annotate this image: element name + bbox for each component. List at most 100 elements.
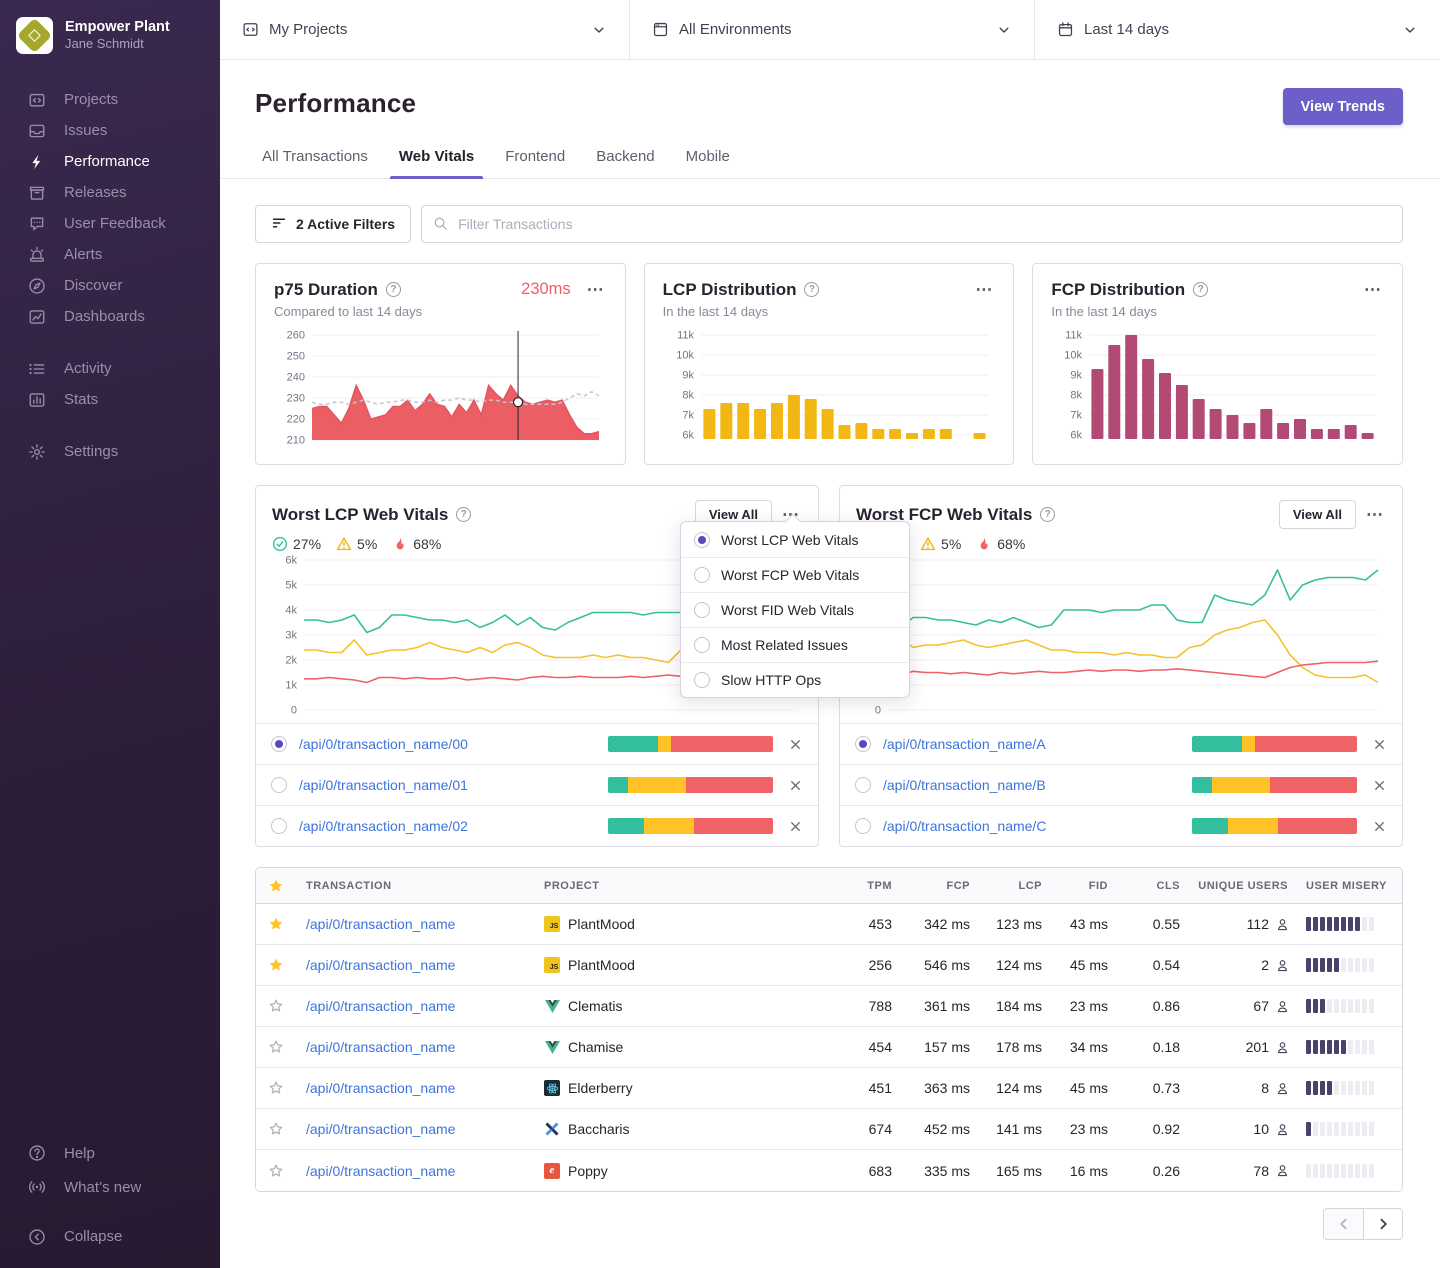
transaction-link[interactable]: /api/0/transaction_name/01 (299, 777, 468, 793)
tab-backend[interactable]: Backend (596, 148, 654, 178)
sidebar-item-dashboards[interactable]: Dashboards (0, 301, 220, 332)
cls-value: 0.26 (1110, 1163, 1182, 1179)
transaction-link[interactable]: /api/0/transaction_name/00 (299, 736, 468, 752)
svg-text:9k: 9k (1071, 370, 1083, 382)
sidebar-item-issues[interactable]: Issues (0, 115, 220, 146)
transaction-link[interactable]: /api/0/transaction_name/02 (299, 818, 468, 834)
star-outline-icon[interactable] (256, 1080, 296, 1096)
sidebar-item-help[interactable]: Help (0, 1136, 220, 1170)
help-icon[interactable]: ? (1193, 282, 1208, 297)
help-icon[interactable]: ? (1040, 507, 1055, 522)
sidebar-item-activity[interactable]: Activity (0, 353, 220, 384)
project-cell[interactable]: JSPlantMood (544, 957, 834, 973)
card-menu-button[interactable]: ⋯ (973, 279, 995, 300)
star-outline-icon[interactable] (256, 1163, 296, 1179)
svg-text:210: 210 (287, 435, 305, 447)
star-outline-icon[interactable] (256, 998, 296, 1014)
org-switcher[interactable]: Empower Plant Jane Schmidt (0, 0, 220, 64)
transaction-radio[interactable] (855, 818, 871, 834)
star-filled-icon[interactable] (256, 916, 296, 932)
transaction-link[interactable]: /api/0/transaction_name (306, 957, 455, 973)
global-filter-my-projects[interactable]: My Projects (220, 0, 630, 59)
close-icon[interactable] (788, 778, 803, 793)
transaction-link[interactable]: /api/0/transaction_name (306, 916, 455, 932)
close-icon[interactable] (788, 819, 803, 834)
transaction-radio[interactable] (855, 777, 871, 793)
cls-value: 0.73 (1110, 1080, 1182, 1096)
menu-item-worst-fcp-web-vitals[interactable]: Worst FCP Web Vitals (681, 557, 909, 592)
sidebar-item-performance[interactable]: Performance (0, 146, 220, 177)
tab-web-vitals[interactable]: Web Vitals (399, 148, 474, 178)
help-icon[interactable]: ? (804, 282, 819, 297)
close-icon[interactable] (1372, 737, 1387, 752)
star-outline-icon[interactable] (256, 1039, 296, 1055)
global-filter-all-environments[interactable]: All Environments (630, 0, 1035, 59)
menu-item-slow-http-ops[interactable]: Slow HTTP Ops (681, 662, 909, 697)
menu-item-worst-lcp-web-vitals[interactable]: Worst LCP Web Vitals (681, 522, 909, 557)
menu-item-worst-fid-web-vitals[interactable]: Worst FID Web Vitals (681, 592, 909, 627)
sidebar-item-what-s-new[interactable]: What’s new (0, 1170, 220, 1204)
project-cell[interactable]: JSPlantMood (544, 916, 834, 932)
transaction-radio[interactable] (271, 777, 287, 793)
dashboards-icon (27, 307, 46, 326)
project-cell[interactable]: Chamise (544, 1039, 834, 1055)
sidebar-item-projects[interactable]: Projects (0, 84, 220, 115)
close-icon[interactable] (788, 737, 803, 752)
help-icon[interactable]: ? (386, 282, 401, 297)
sidebar-item-settings[interactable]: Settings (0, 436, 220, 467)
menu-item-most-related-issues[interactable]: Most Related Issues (681, 627, 909, 662)
transaction-link[interactable]: /api/0/transaction_name/C (883, 818, 1046, 834)
global-filter-last-14-days[interactable]: Last 14 days (1035, 0, 1440, 59)
transaction-radio[interactable] (855, 736, 871, 752)
sidebar-item-alerts[interactable]: Alerts (0, 239, 220, 270)
vital-stat: 27% (272, 536, 321, 552)
user-icon (1275, 999, 1290, 1014)
transaction-link[interactable]: /api/0/transaction_name (306, 1121, 455, 1137)
help-icon[interactable]: ? (456, 507, 471, 522)
card-title: p75 Duration (274, 280, 378, 300)
transaction-link[interactable]: /api/0/transaction_name/A (883, 736, 1046, 752)
table-row: /api/0/transaction_name JSPlantMood 453 … (256, 904, 1402, 945)
sidebar-item-stats[interactable]: Stats (0, 384, 220, 415)
project-cell[interactable]: ePoppy (544, 1163, 834, 1179)
transaction-link[interactable]: /api/0/transaction_name/B (883, 777, 1046, 793)
card-menu-button[interactable]: ⋯ (1364, 504, 1386, 525)
view-trends-button[interactable]: View Trends (1283, 88, 1403, 125)
transaction-link[interactable]: /api/0/transaction_name (306, 998, 455, 1014)
project-cell[interactable]: Elderberry (544, 1080, 834, 1096)
sidebar-item-releases[interactable]: Releases (0, 177, 220, 208)
project-cell[interactable]: Clematis (544, 998, 834, 1014)
transaction-radio[interactable] (271, 818, 287, 834)
search-input[interactable] (421, 205, 1403, 243)
transaction-radio[interactable] (271, 736, 287, 752)
lcp-distribution-card: LCP Distribution ? ⋯ In the last 14 days… (644, 263, 1015, 465)
tab-all-transactions[interactable]: All Transactions (262, 148, 368, 178)
tpm-value: 683 (834, 1163, 894, 1179)
lcp-value: 184 ms (972, 998, 1044, 1014)
previous-page-button[interactable] (1323, 1208, 1363, 1240)
transaction-link[interactable]: /api/0/transaction_name (306, 1039, 455, 1055)
card-menu-button[interactable]: ⋯ (1362, 279, 1384, 300)
sidebar-item-discover[interactable]: Discover (0, 270, 220, 301)
sidebar-item-collapse[interactable]: Collapse (0, 1221, 220, 1252)
view-all-button[interactable]: View All (1279, 500, 1356, 529)
lcp-value: 124 ms (972, 957, 1044, 973)
next-page-button[interactable] (1363, 1208, 1403, 1240)
transaction-link[interactable]: /api/0/transaction_name (306, 1163, 455, 1179)
close-icon[interactable] (1372, 778, 1387, 793)
tab-mobile[interactable]: Mobile (686, 148, 730, 178)
star-filled-icon[interactable] (256, 957, 296, 973)
transaction-link[interactable]: /api/0/transaction_name (306, 1080, 455, 1096)
table-row: /api/0/transaction_name JSPlantMood 256 … (256, 945, 1402, 986)
project-cell[interactable]: Baccharis (544, 1121, 834, 1137)
tab-frontend[interactable]: Frontend (505, 148, 565, 178)
star-outline-icon[interactable] (256, 1121, 296, 1137)
sidebar-item-user-feedback[interactable]: User Feedback (0, 208, 220, 239)
fcp-distribution-card: FCP Distribution ? ⋯ In the last 14 days… (1032, 263, 1403, 465)
close-icon[interactable] (1372, 819, 1387, 834)
worst-fcp-web-vitals-card: Worst FCP Web Vitals ? View All ⋯ 27%5%6… (839, 485, 1403, 847)
card-menu-button[interactable]: ⋯ (585, 279, 607, 300)
menu-radio (694, 637, 710, 653)
user-icon (1275, 1163, 1290, 1178)
active-filters-button[interactable]: 2 Active Filters (255, 205, 411, 243)
